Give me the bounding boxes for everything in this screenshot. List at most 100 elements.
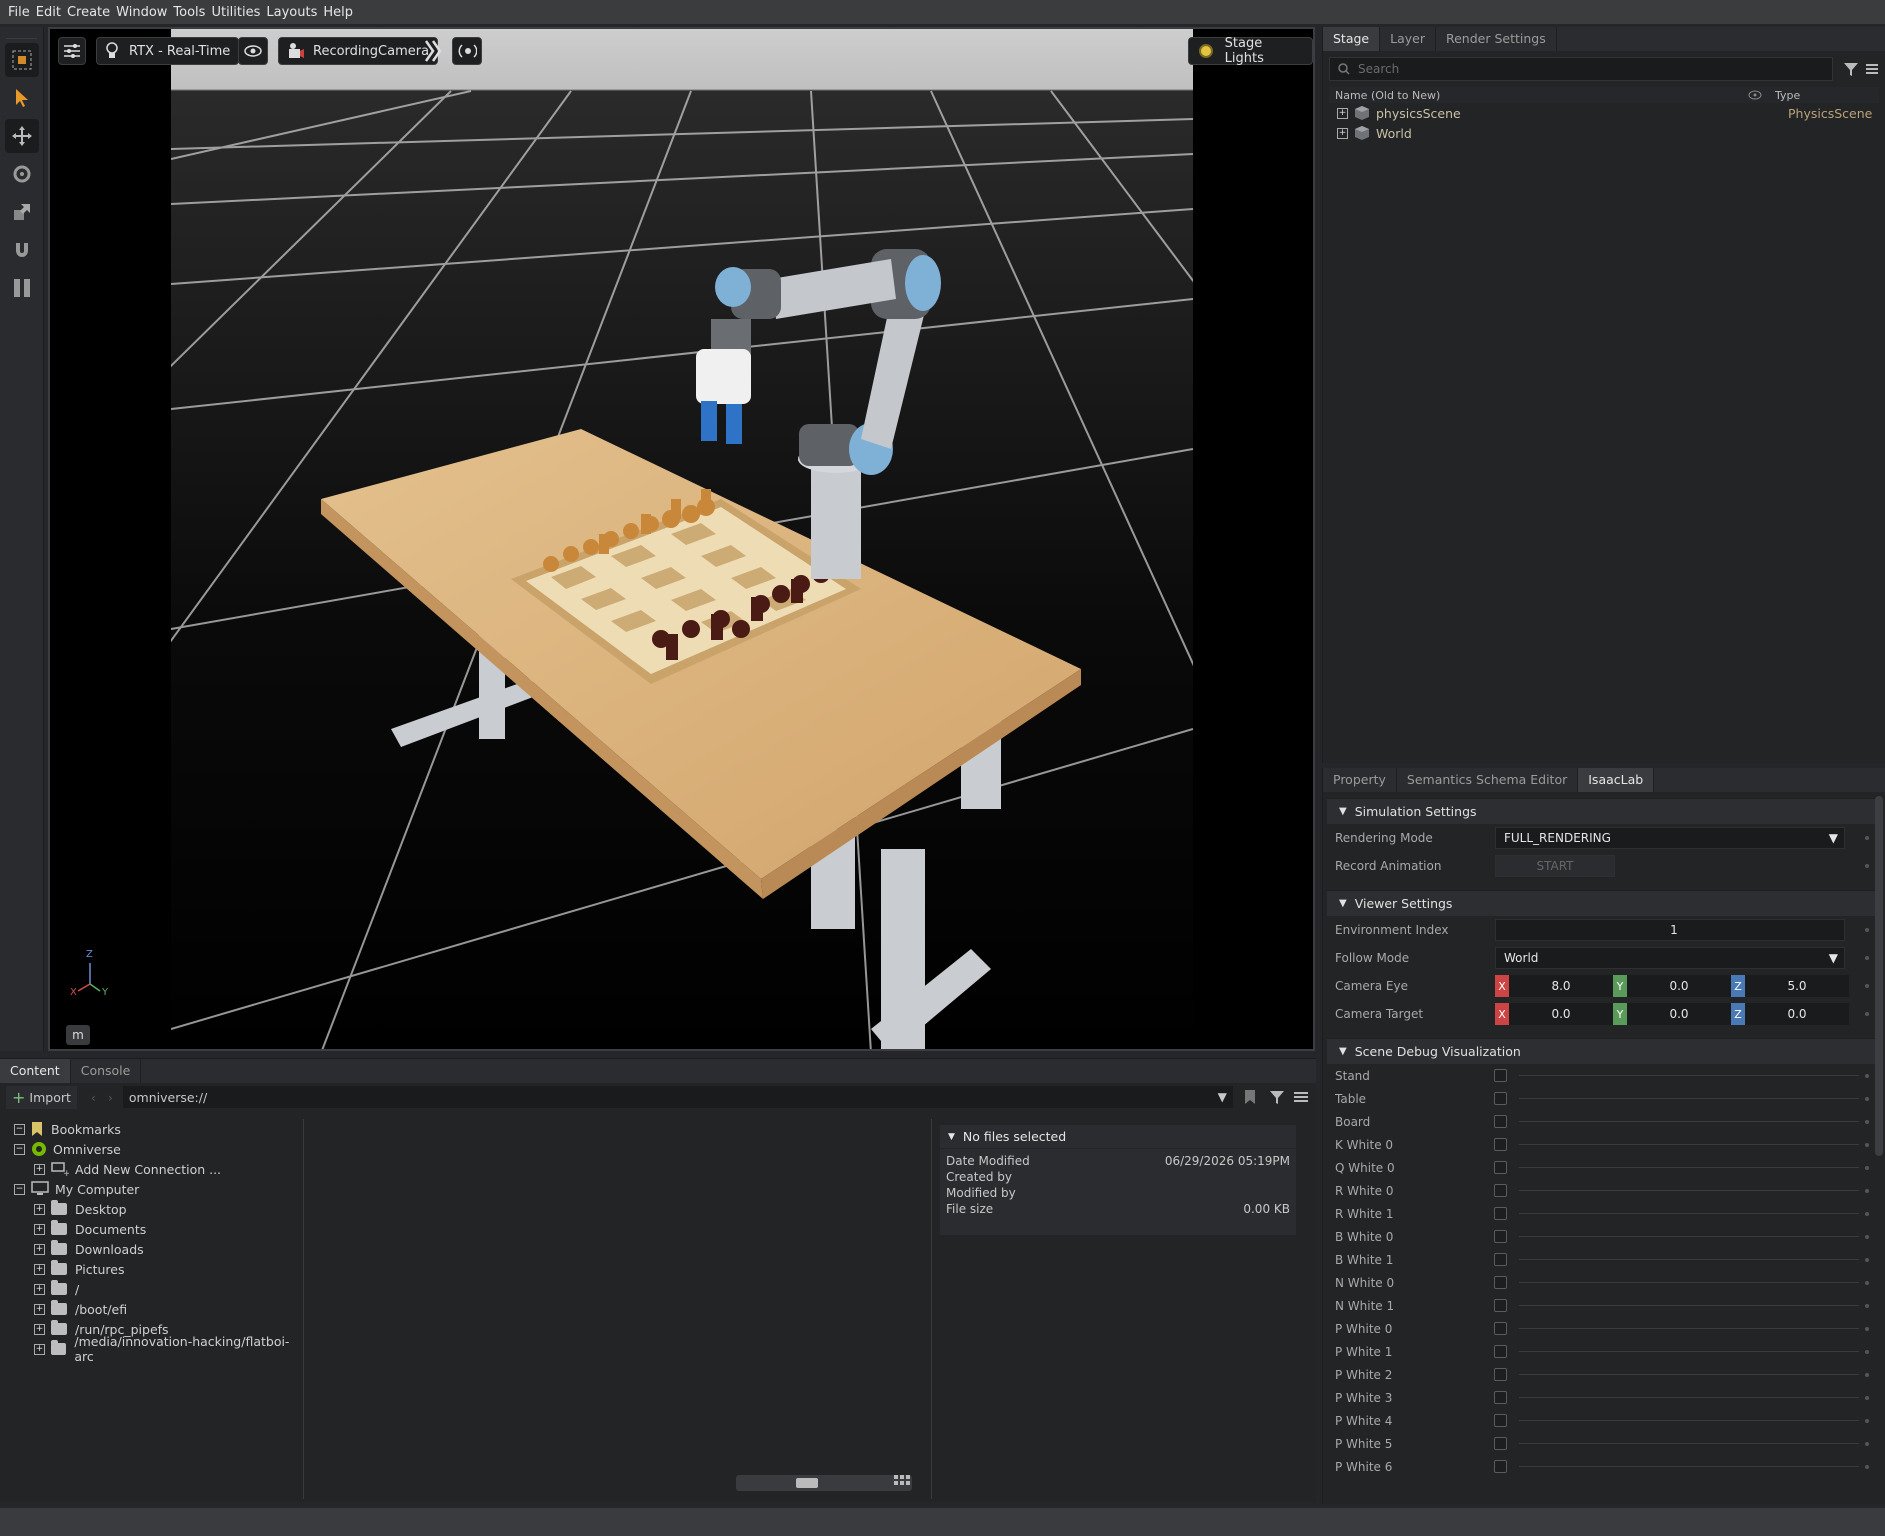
select-mode-button[interactable]	[4, 43, 39, 77]
menu-item-help[interactable]: Help	[323, 5, 353, 20]
content-tab-content[interactable]: Content	[0, 1059, 71, 1083]
row-menu-dot[interactable]	[1865, 1418, 1869, 1423]
follow-mode-dropdown[interactable]: World ▼	[1495, 947, 1845, 969]
menu-item-tools[interactable]: Tools	[173, 5, 205, 20]
row-menu-dot[interactable]	[1865, 1280, 1869, 1285]
row-menu-dot[interactable]	[1865, 1165, 1869, 1170]
camera-eye-y[interactable]: Y 0.0	[1613, 975, 1731, 997]
rotate-tool-button[interactable]	[5, 157, 39, 191]
slider-handle[interactable]	[796, 1478, 818, 1488]
content-tree-item[interactable]: − Bookmarks	[4, 1119, 303, 1139]
visibility-button[interactable]	[238, 37, 268, 65]
property-tab-property[interactable]: Property	[1323, 768, 1397, 792]
row-menu-dot[interactable]	[1865, 1441, 1869, 1446]
rendering-mode-dropdown[interactable]: FULL_RENDERING ▼	[1495, 827, 1845, 849]
bookmark-icon[interactable]	[1243, 1089, 1257, 1105]
debug-checkbox[interactable]	[1494, 1414, 1507, 1427]
expand-icon[interactable]: +	[34, 1303, 45, 1315]
row-menu-dot[interactable]	[1865, 1142, 1869, 1147]
row-menu-dot[interactable]	[1865, 1464, 1869, 1469]
expand-icon[interactable]: +	[34, 1243, 45, 1255]
camera-target-z[interactable]: Z 0.0	[1731, 1003, 1849, 1025]
scene-render[interactable]	[171, 29, 1193, 1049]
grid-view-icon[interactable]	[894, 1475, 910, 1489]
broadcast-button[interactable]	[452, 37, 482, 65]
content-tree-item[interactable]: + Downloads	[4, 1239, 303, 1259]
debug-checkbox[interactable]	[1494, 1184, 1507, 1197]
menu-item-window[interactable]: Window	[116, 5, 167, 20]
menu-item-create[interactable]: Create	[67, 5, 110, 20]
row-menu-dot[interactable]	[1865, 956, 1869, 960]
debug-checkbox[interactable]	[1494, 1391, 1507, 1404]
path-input[interactable]: omniverse:// ▼	[122, 1086, 1233, 1108]
stage-item-world[interactable]: + World	[1329, 123, 1879, 143]
debug-checkbox[interactable]	[1494, 1460, 1507, 1473]
debug-checkbox[interactable]	[1494, 1437, 1507, 1450]
stage-lights-button[interactable]: Stage Lights	[1188, 36, 1313, 66]
menu-item-utilities[interactable]: Utilities	[211, 5, 260, 20]
forward-arrow-icon[interactable]: ›	[108, 1090, 113, 1105]
stage-tab-layer[interactable]: Layer	[1380, 27, 1436, 51]
debug-checkbox[interactable]	[1494, 1253, 1507, 1266]
simulation-settings-header[interactable]: ▼ Simulation Settings	[1327, 798, 1877, 824]
row-menu-dot[interactable]	[1865, 1188, 1869, 1193]
expand-icon[interactable]: +	[34, 1223, 45, 1235]
content-tree-item[interactable]: − My Computer	[4, 1179, 303, 1199]
property-tab-semantics-schema-editor[interactable]: Semantics Schema Editor	[1397, 768, 1579, 792]
camera-eye-z[interactable]: Z 5.0	[1731, 975, 1849, 997]
viewport[interactable]: RTX - Real-Time RecordingCamera Stage Li…	[48, 27, 1315, 1051]
content-tree-item[interactable]: + Pictures	[4, 1259, 303, 1279]
debug-checkbox[interactable]	[1494, 1092, 1507, 1105]
stage-search-input[interactable]: Search	[1329, 57, 1833, 81]
content-tree-item[interactable]: + Documents	[4, 1219, 303, 1239]
debug-checkbox[interactable]	[1494, 1230, 1507, 1243]
row-menu-dot[interactable]	[1865, 836, 1869, 840]
row-menu-dot[interactable]	[1865, 1257, 1869, 1262]
debug-checkbox[interactable]	[1494, 1207, 1507, 1220]
camera-eye-x[interactable]: X 8.0	[1495, 975, 1613, 997]
camera-expand-button[interactable]	[424, 37, 442, 65]
row-menu-dot[interactable]	[1865, 928, 1869, 932]
expand-icon[interactable]: −	[14, 1183, 25, 1195]
thumbnail-size-slider[interactable]	[736, 1475, 912, 1491]
debug-checkbox[interactable]	[1494, 1161, 1507, 1174]
expand-icon[interactable]: +	[34, 1343, 45, 1355]
menu-item-edit[interactable]: Edit	[36, 5, 61, 20]
pause-button[interactable]	[5, 271, 39, 305]
type-column-header[interactable]: Type	[1763, 89, 1800, 102]
expand-icon[interactable]: +	[34, 1283, 45, 1295]
row-menu-dot[interactable]	[1865, 984, 1869, 988]
content-tree-item[interactable]: + /	[4, 1279, 303, 1299]
viewer-settings-header[interactable]: ▼ Viewer Settings	[1327, 890, 1877, 916]
select-tool-button[interactable]	[5, 81, 39, 115]
environment-index-input[interactable]: 1	[1495, 919, 1845, 941]
unit-badge[interactable]: m	[66, 1025, 90, 1045]
back-arrow-icon[interactable]: ‹	[91, 1090, 96, 1105]
details-header[interactable]: ▼ No files selected	[940, 1125, 1296, 1149]
scene-debug-header[interactable]: ▼ Scene Debug Visualization	[1327, 1038, 1877, 1064]
expand-icon[interactable]: +	[34, 1203, 45, 1215]
row-menu-dot[interactable]	[1865, 1349, 1869, 1354]
property-scrollbar[interactable]	[1875, 796, 1883, 1156]
content-tree-item[interactable]: − Omniverse	[4, 1139, 303, 1159]
expand-icon[interactable]: +	[1337, 127, 1348, 139]
debug-checkbox[interactable]	[1494, 1368, 1507, 1381]
snap-button[interactable]	[5, 233, 39, 267]
stage-item-physicsscene[interactable]: + physicsScene PhysicsScene	[1329, 103, 1879, 123]
row-menu-dot[interactable]	[1865, 1096, 1869, 1101]
content-tree-item[interactable]: + + Add New Connection ...	[4, 1159, 303, 1179]
filter-icon[interactable]	[1269, 1089, 1285, 1105]
name-column-header[interactable]: Name (Old to New)	[1329, 89, 1747, 102]
content-tree-item[interactable]: + /boot/efi	[4, 1299, 303, 1319]
stage-tab-render-settings[interactable]: Render Settings	[1436, 27, 1557, 51]
debug-checkbox[interactable]	[1494, 1345, 1507, 1358]
menu-icon[interactable]	[1293, 1090, 1309, 1104]
path-dropdown-icon[interactable]: ▼	[1218, 1090, 1227, 1104]
file-grid[interactable]	[306, 1119, 932, 1499]
debug-checkbox[interactable]	[1494, 1069, 1507, 1082]
row-menu-dot[interactable]	[1865, 1326, 1869, 1331]
scale-tool-button[interactable]	[5, 195, 39, 229]
content-tree-item[interactable]: + Desktop	[4, 1199, 303, 1219]
expand-icon[interactable]: +	[34, 1263, 45, 1275]
row-menu-dot[interactable]	[1865, 1372, 1869, 1377]
